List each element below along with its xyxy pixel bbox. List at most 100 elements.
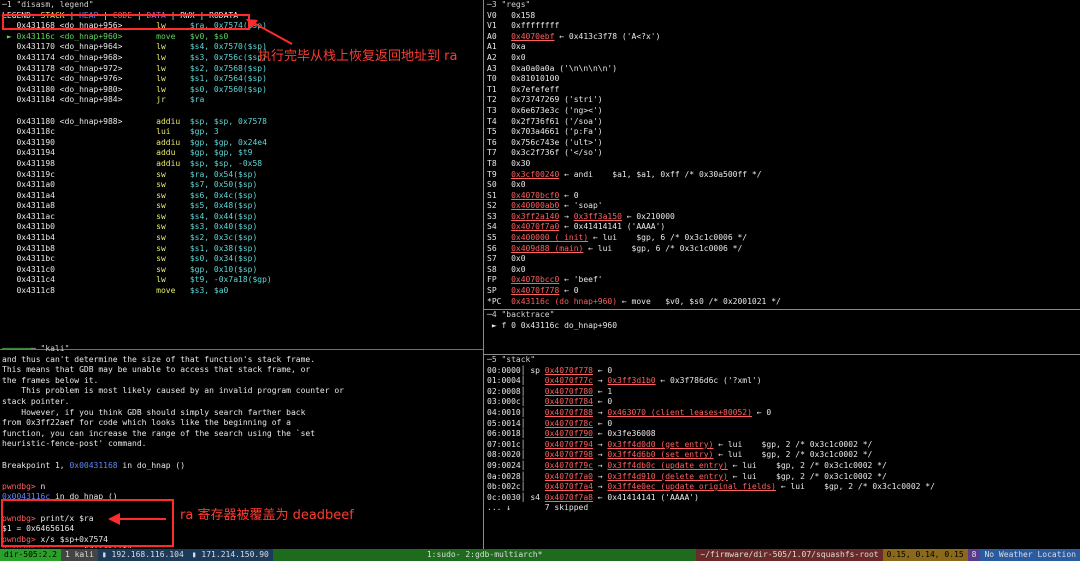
stack-text: 0x4070f790: [544, 429, 593, 439]
reg-text: SP: [487, 286, 512, 296]
disasm-address: 0x4311bc: [2, 254, 157, 264]
stack-row: 01:0004│ 0x4070f77c → 0x3ff3d1b0 ← 0x3f7…: [487, 376, 1077, 387]
stack-text: ← 0x41414141 ('AAAA'): [592, 492, 699, 502]
stack-pane[interactable]: ─5 "stack" 00:0000│ sp 0x4070f778 ← 0 01:…: [487, 355, 1077, 547]
disasm-mnemonic: sw: [156, 201, 190, 211]
annotation-bottom: ra 寄存器被覆盖为 deadbeef: [180, 508, 354, 523]
backtrace-pane[interactable]: ─4 "backtrace" ► f 0 0x43116c do_hnap+96…: [487, 310, 1077, 352]
reg-row: S3 0x3ff2a140 → 0x3ff3a150 ← 0x210000: [487, 212, 1077, 223]
disasm-mnemonic: sw: [156, 264, 190, 274]
disasm-address: 0x431174 <do_hnap+968>: [2, 52, 157, 62]
stack-text: 0x3ff4d6b0 (set_entry): [607, 450, 714, 460]
disasm-operands: $gp, 3: [189, 127, 219, 137]
kali-row: stack pointer.: [2, 397, 482, 408]
reg-text: 0x7efefeff: [511, 84, 560, 94]
disasm-mnemonic: lw: [156, 84, 190, 94]
stack-text: 05:0014│: [487, 418, 545, 428]
disasm-row: 0x4311ac sw $s4, 0x44($sp): [2, 212, 482, 223]
kali-text: the frames below it.: [2, 375, 99, 385]
kali-row: This means that GDB may be unable to acc…: [2, 365, 482, 376]
network-icon: ▮: [101, 550, 112, 559]
reg-row: T3 0x6e673e3c ('ng><'): [487, 106, 1077, 117]
stack-row: ... ↓ 7 skipped: [487, 503, 1077, 514]
disasm-mnemonic: jr: [156, 95, 190, 105]
kali-row: Breakpoint 1, 0x00431168 in do_hnap (): [2, 461, 482, 472]
disasm-address: 0x431178 <do_hnap+972>: [2, 63, 157, 73]
disasm-row: 0x43118c lui $gp, 3: [2, 127, 482, 138]
disasm-row: 0x431190 addiu $gp, $gp, 0x24e4: [2, 138, 482, 149]
reg-text: S5: [487, 233, 512, 243]
reg-text: A2: [487, 52, 512, 62]
stack-text: ← 0: [592, 397, 613, 407]
disasm-row: 0x431198 addiu $sp, $sp, -0x58: [2, 159, 482, 170]
disasm-operands: $ra, 0x54($sp): [189, 169, 258, 179]
disasm-mnemonic: sw: [156, 180, 190, 190]
reg-row: T5 0x703a4661 ('p:Fa'): [487, 127, 1077, 138]
reg-text: 0x2f736f61 ('/soa'): [511, 116, 603, 126]
stack-text: ← lui $gp, 2 /* 0x3c1c0002 */: [727, 460, 887, 470]
reg-text: 0x756c743e ('ult>'): [511, 137, 603, 147]
stack-text: 0x4070f7a4: [544, 482, 593, 492]
stack-text: 0x3ff4db0c (update_entry): [607, 460, 728, 470]
disasm-mnemonic: lw: [156, 42, 190, 52]
disasm-mnemonic: sw: [156, 233, 190, 243]
reg-row: SP 0x4070f778 ← 0: [487, 286, 1077, 297]
reg-text: T9: [487, 169, 512, 179]
disasm-address: 0x4311c0: [2, 264, 157, 274]
reg-text: 0xffffffff: [511, 21, 560, 31]
reg-text: S0: [487, 180, 512, 190]
stack-text: 0b:002c│: [487, 482, 545, 492]
status-ip-public: ▮ 171.214.150.90: [187, 549, 273, 561]
reg-row: T7 0x3c2f736f ('</so'): [487, 148, 1077, 159]
kali-row: the frames below it.: [2, 376, 482, 387]
status-load: 0.15, 0.14, 0.15: [882, 549, 968, 561]
disasm-address: 0x43117c <do_hnap+976>: [2, 74, 157, 84]
globe-icon: ▮: [191, 550, 202, 559]
reg-text: 0x0: [511, 264, 526, 274]
status-ip-local: ▮ 192.168.116.104: [97, 549, 188, 561]
regs-pane[interactable]: ─3 "regs" V0 0x158 V1 0xffffffff A0 0x4070…: [487, 0, 1077, 305]
disasm-address: 0x431170 <do_hnap+964>: [2, 42, 157, 52]
stack-text: 09:0024│: [487, 460, 545, 470]
reg-row: T6 0x756c743e ('ult>'): [487, 138, 1077, 149]
disasm-address: 0x4311ac: [2, 211, 157, 221]
vertical-divider[interactable]: [483, 0, 484, 549]
disasm-operands: $s5, 0x48($sp): [189, 201, 258, 211]
stack-text: →: [592, 482, 608, 492]
kali-text: stack pointer.: [2, 396, 70, 406]
stack-text: →: [592, 460, 608, 470]
reg-text: T8: [487, 158, 512, 168]
reg-text: S4: [487, 222, 512, 232]
disasm-address: 0x4311b4: [2, 233, 157, 243]
disasm-mnemonic: sw: [156, 190, 190, 200]
status-windows[interactable]: 1:sudo- 2:gdb-multiarch*: [272, 549, 697, 561]
reg-row: A2 0x0: [487, 53, 1077, 64]
reg-row: S1 0x4070bcf0 ← 0: [487, 191, 1077, 202]
reg-row: T4 0x2f736f61 ('/soa'): [487, 117, 1077, 128]
stack-text: 0x3ff4d910 (delete_entry): [607, 471, 728, 481]
stack-text: 0a:0028│: [487, 471, 545, 481]
kali-row: pwndbg> n: [2, 482, 482, 493]
disasm-operands: $t9, -0x7a18($gp): [189, 275, 272, 285]
disasm-operands: $sp, $sp, -0x58: [189, 158, 263, 168]
stack-row: 0b:002c│ 0x4070f7a4 → 0x3ff4e0ec (update…: [487, 482, 1077, 493]
reg-text: ← 0: [559, 190, 579, 200]
disasm-operands: $s0, 0x7560($sp): [189, 84, 267, 94]
status-session[interactable]: dir-505:2.2: [0, 549, 61, 561]
reg-row: A1 0xa: [487, 42, 1077, 53]
reg-text: S3: [487, 211, 512, 221]
stack-text: 0x4070f79c: [544, 460, 593, 470]
stack-text: ← 0: [592, 418, 613, 428]
stack-row: 09:0024│ 0x4070f79c → 0x3ff4db0c (update…: [487, 461, 1077, 472]
stack-text: 0x4070f784: [544, 397, 593, 407]
status-window-kali[interactable]: 1 kali: [60, 549, 98, 561]
reg-text: T6: [487, 137, 512, 147]
disasm-operands: $sp, $sp, 0x7578: [189, 116, 267, 126]
stack-text: 0x4070f780: [544, 386, 593, 396]
status-path: ~/firmware/dir-505/1.07/squashfs-root: [696, 549, 883, 561]
disasm-address: 0x4311c4: [2, 275, 157, 285]
disasm-mnemonic: lui: [156, 127, 190, 137]
kali-row: and thus can't determine the size of tha…: [2, 355, 482, 366]
stack-text: 0x4070f778: [544, 365, 593, 375]
reg-row: S5 0x400000 (_init) ← lui $gp, 6 /* 0x3c…: [487, 233, 1077, 244]
